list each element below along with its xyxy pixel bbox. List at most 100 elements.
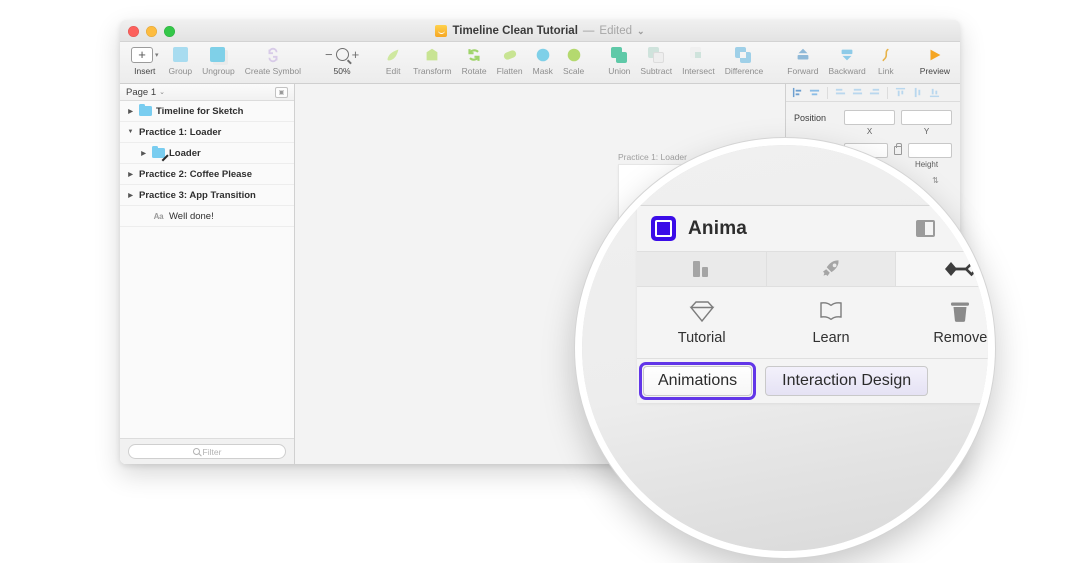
folder-pen-icon [152,145,165,158]
toolbar-label: Transform [413,66,452,76]
align-bottom-icon[interactable] [927,86,942,100]
toolbar-button-rotate[interactable]: Rotate [457,42,492,76]
toolbar-button-union[interactable]: Union [603,42,635,76]
toolbar-button-ungroup[interactable]: Ungroup [197,42,240,76]
union-icon [610,45,628,64]
anima-tab-rocket[interactable] [766,252,897,286]
interaction-design-button[interactable]: Interaction Design [765,366,929,396]
align-center-horizontal-icon[interactable] [807,86,822,100]
toolbar-button-link[interactable]: Link [871,42,901,76]
position-label: Position [794,112,827,123]
action-label: Tutorial [677,330,726,346]
magnifier-lens: Anima Tutorial Learn Remove Animations I… [575,138,995,558]
split-panes-icon[interactable] [916,220,935,237]
toolbar-button-edit[interactable]: Edit [378,42,408,76]
anima-action-tutorial[interactable]: Tutorial [637,287,766,358]
screenshot-stage: Timeline Clean Tutorial — Edited ⌄ + ▾ In… [0,0,1080,563]
filter-input[interactable]: Filter [128,444,286,459]
zoom-in-icon[interactable]: + [352,47,360,62]
toolbar-button-forward[interactable]: Forward [782,42,823,76]
lock-aspect-icon[interactable] [894,143,903,155]
ungroup-icon [209,45,228,65]
flip-vertical-icon[interactable]: ⇅ [919,176,952,185]
toolbar-button-difference[interactable]: Difference [720,42,769,76]
layer-label: Practice 2: Coffee Please [139,168,253,180]
insert-plus-icon: + ▾ [131,45,159,64]
rotate-icon [465,45,483,64]
layer-label: Timeline for Sketch [156,105,244,117]
toolbar-group-share: Preview Cloud ▾ » [915,42,960,84]
height-input[interactable] [908,143,952,158]
disclosure-triangle-icon[interactable]: ▶ [139,150,148,157]
toolbar-group-boolean: Union Subtract Intersect Difference [603,42,768,84]
zoom-magnifier-icon: − + [325,45,359,64]
align-top-icon[interactable] [893,86,908,100]
anima-tab-interaction-link[interactable] [896,252,988,286]
toolbar-button-intersect[interactable]: Intersect [677,42,720,76]
toolbar-button-flatten[interactable]: Flatten [492,42,528,76]
disclosure-triangle-icon[interactable]: ▶ [126,192,135,199]
layer-row-practice-1-loader[interactable]: ▼ Practice 1: Loader [120,122,294,143]
distribute-left-icon[interactable] [833,86,848,100]
diamond-icon [689,301,715,323]
sketch-toolbar: + ▾ Insert Group Ungroup Create Symbol −… [120,42,960,84]
forward-icon [794,45,812,64]
distribute-center-icon[interactable] [850,86,865,100]
animations-button[interactable]: Animations [643,366,753,396]
toolbar-label: Group [168,66,193,76]
gear-icon[interactable] [951,215,973,242]
create-symbol-icon [264,45,282,64]
magnifier-content: Anima Tutorial Learn Remove Animations I… [582,145,988,551]
toolbar-button-mask[interactable]: Mask [528,42,558,76]
layer-row-practice-2-coffee-please[interactable]: ▶ Practice 2: Coffee Please [120,164,294,185]
action-label: Remove [933,330,988,346]
anima-action-remove[interactable]: Remove [896,287,988,358]
toolbar-button-create-symbol[interactable]: Create Symbol [240,42,306,76]
toolbar-label: Forward [787,66,819,76]
anima-action-learn[interactable]: Learn [766,287,895,358]
layer-label: Practice 1: Loader [139,126,222,138]
toolbar-zoom-control[interactable]: − + 50% [320,42,364,76]
trash-icon [951,302,970,322]
toolbar-button-backward[interactable]: Backward [823,42,870,76]
layer-row-timeline-for-sketch[interactable]: ▶ Timeline for Sketch [120,101,294,122]
align-left-icon[interactable] [790,86,805,100]
disclosure-triangle-icon[interactable]: ▶ [126,108,135,115]
position-x-input[interactable] [844,110,895,125]
chevron-down-icon[interactable]: ⌄ [637,26,645,37]
toolbar-button-transform[interactable]: Transform [408,42,456,76]
layer-row-well-done[interactable]: Aa Well done! [120,206,294,227]
page-list-toggle-button[interactable]: ▣ [275,86,288,98]
zoom-out-icon[interactable]: − [325,47,333,62]
layer-list-panel: Page 1 ⌄ ▣ ▶ Timeline for Sketch ▼ Pract… [120,84,295,464]
toolbar-button-cloud[interactable]: Cloud [955,42,960,76]
x-label: X [866,127,873,136]
toolbar-button-insert[interactable]: + ▾ Insert [126,42,164,76]
anima-tab-bar-chart[interactable] [637,252,767,286]
position-y-input[interactable] [901,110,952,125]
toolbar-button-preview[interactable]: Preview [915,42,955,76]
layer-filter-bar: Filter [120,438,294,464]
artboard-name-label[interactable]: Practice 1: Loader [618,152,687,162]
toolbar-button-scale[interactable]: Scale [558,42,589,76]
difference-icon [735,45,752,64]
disclosure-triangle-icon[interactable]: ▼ [126,129,135,135]
toolbar-button-subtract[interactable]: Subtract [635,42,677,76]
page-selector[interactable]: Page 1 ⌄ ▣ [120,84,294,101]
chevron-down-icon: ⌄ [159,89,165,96]
distribute-right-icon[interactable] [867,86,882,100]
anima-action-row: Tutorial Learn Remove [637,287,988,359]
title-edited-state: Edited [599,25,633,37]
anima-panel-header: Anima [637,206,988,252]
layer-row-practice-3-app-transition[interactable]: ▶ Practice 3: App Transition [120,185,294,206]
align-middle-icon[interactable] [910,86,925,100]
transform-icon [423,45,441,64]
disclosure-triangle-icon[interactable]: ▶ [126,171,135,178]
edit-icon [384,45,402,64]
title-dash: — [582,25,595,37]
toolbar-button-group[interactable]: Group [164,42,198,76]
anima-plugin-panel: Anima Tutorial Learn Remove Animations I… [637,205,988,403]
scale-icon [565,45,583,64]
layer-row-loader[interactable]: ▶ Loader [120,143,294,164]
window-title: Timeline Clean Tutorial — Edited ⌄ [120,20,960,42]
